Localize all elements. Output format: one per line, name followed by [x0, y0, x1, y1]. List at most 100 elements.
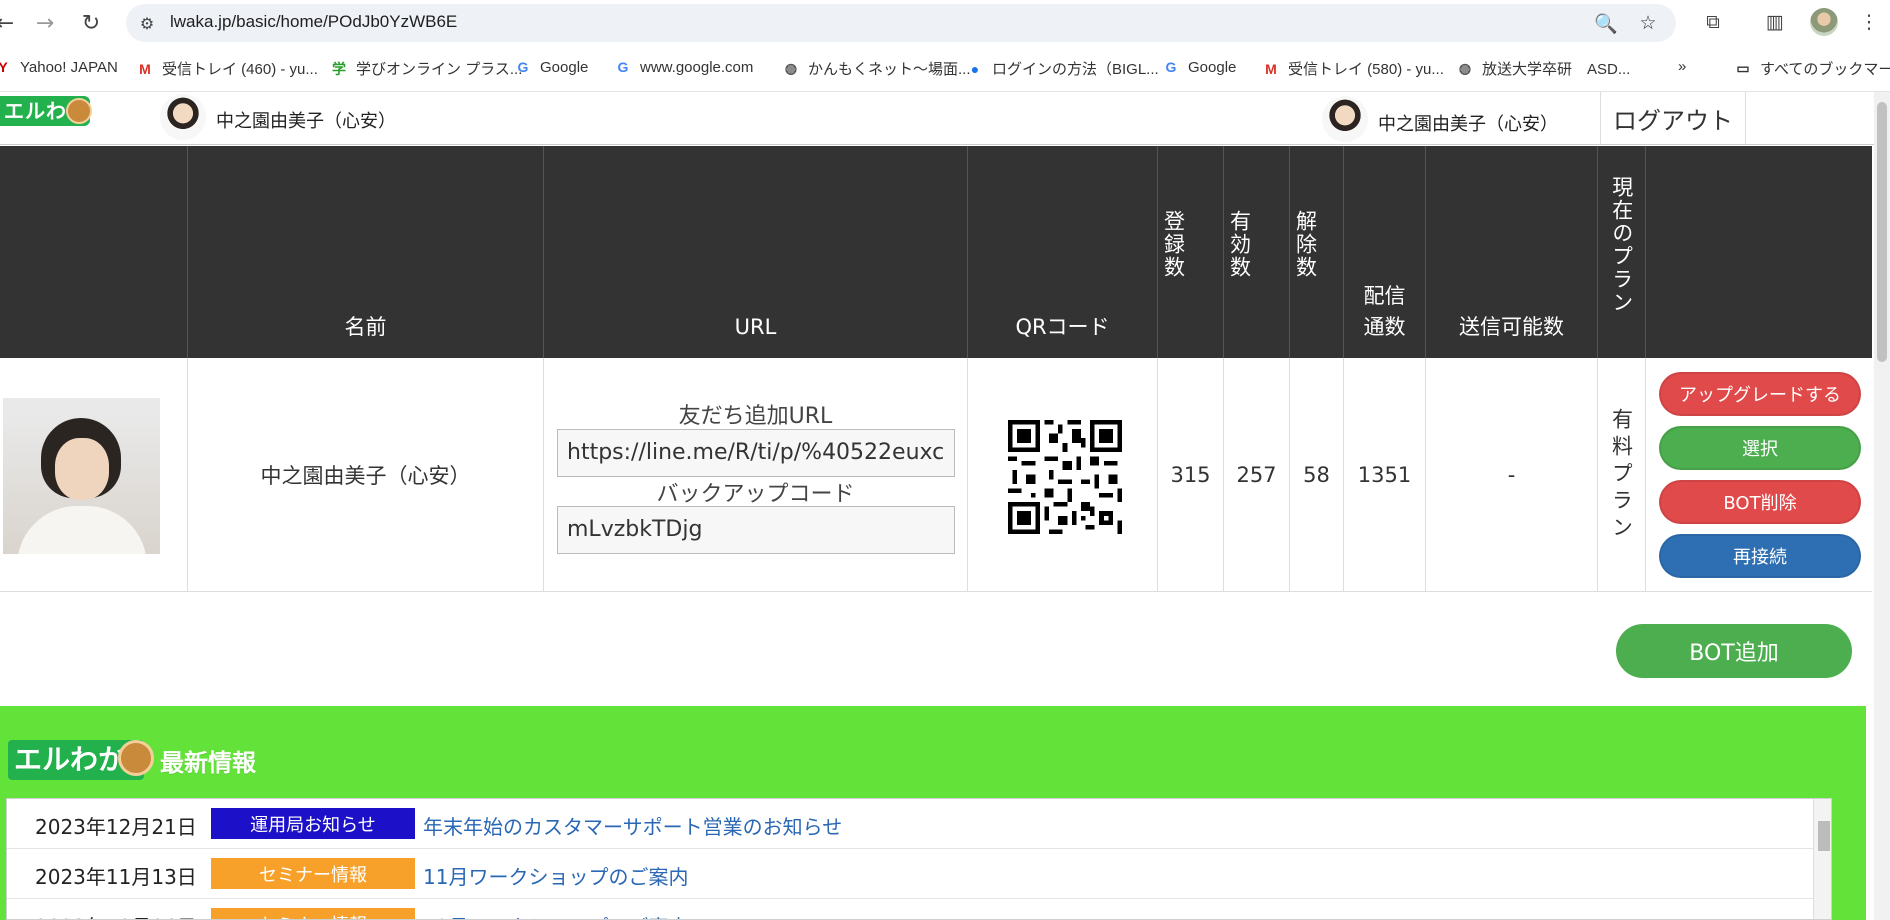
news-heading: エルわか 最新情報 — [8, 740, 256, 780]
header-sendable: 送信可能数 — [1426, 146, 1598, 358]
header-delivered: 配信通数 — [1344, 146, 1426, 358]
header-qr: QRコード — [968, 146, 1158, 358]
bigl-icon: ● — [970, 60, 980, 77]
header-actions — [1646, 146, 1872, 358]
bookmark-item[interactable]: ● ログインの方法（BIGL... — [966, 58, 1159, 79]
cancelled-count: 58 — [1290, 358, 1344, 592]
scrollbar-thumb[interactable] — [1877, 102, 1887, 362]
news-title: 最新情報 — [160, 748, 256, 777]
bot-name: 中之園由美子（心安） — [188, 358, 544, 592]
registered-count: 315 — [1158, 358, 1224, 592]
avatar — [160, 94, 206, 140]
reconnect-button[interactable]: 再接続 — [1659, 534, 1861, 578]
school-icon: 学 — [332, 60, 346, 77]
news-date: 2023年11月13日 — [35, 865, 197, 889]
select-button[interactable]: 選択 — [1659, 426, 1861, 470]
yahoo-icon: Y — [0, 59, 8, 75]
bookmarks-bar: Y Yahoo! JAPAN M 受信トレイ (460) - yu... 学学びオン… — [0, 46, 1890, 92]
bookmark-item[interactable]: Y Yahoo! JAPAN — [0, 58, 118, 76]
news-link[interactable]: 10月ワークショップのご案内 — [423, 911, 688, 919]
qr-cell — [968, 358, 1158, 592]
bookmark-item[interactable]: M 受信トレイ (460) - yu... — [136, 58, 318, 79]
friend-url-field[interactable]: https://line.me/R/ti/p/%40522euxc — [557, 429, 955, 477]
news-tag: セミナー情報 — [211, 858, 415, 889]
qr-code — [1008, 420, 1122, 534]
site-info-icon[interactable]: ⚙ — [136, 12, 158, 34]
google-icon: G — [617, 59, 629, 75]
bookmark-item[interactable]: G Google — [514, 58, 589, 76]
header-photo — [0, 146, 188, 358]
avatar — [1322, 96, 1368, 142]
news-link[interactable]: 11月ワークショップのご案内 — [423, 861, 688, 890]
all-bookmarks[interactable]: ▭すべてのブックマーク — [1734, 58, 1890, 79]
bot-user-name: 中之園由美子（心安） — [216, 111, 396, 132]
page-scrollbar[interactable] — [1874, 92, 1890, 920]
upgrade-button[interactable]: アップグレードする — [1659, 372, 1861, 416]
url-cell: 友だち追加URL https://line.me/R/ti/p/%40522eu… — [544, 358, 968, 592]
globe-icon: ◍ — [1458, 60, 1472, 76]
menu-icon[interactable]: ⋮ — [1856, 9, 1882, 35]
backup-code-label: バックアップコード — [656, 482, 855, 507]
bookmark-item[interactable]: Gwww.google.com — [614, 58, 754, 76]
chevron-right-icon[interactable]: » — [1678, 58, 1686, 75]
logo[interactable]: エルわか — [0, 96, 92, 126]
news-tag: 運用局お知らせ — [211, 808, 415, 839]
photo-cell — [0, 358, 188, 592]
friend-url-label: 友だち追加URL — [678, 404, 833, 429]
bookmark-item[interactable]: ◍ 放送大学卒研 ASD... — [1456, 58, 1630, 79]
news-item: 2023年10月06日 セミナー情報 10月ワークショップのご案内 — [7, 899, 1813, 919]
logout-button[interactable]: ログアウト — [1600, 92, 1746, 144]
zoom-icon[interactable]: 🔍 — [1594, 11, 1618, 35]
gmail-icon: M — [1265, 60, 1277, 77]
folder-icon: ▭ — [1736, 60, 1750, 76]
news-section: エルわか 最新情報 2023年12月21日 運用局お知らせ 年末年始のカスタマー… — [0, 706, 1866, 920]
news-tag: セミナー情報 — [211, 908, 415, 919]
bookmark-item[interactable]: ◍ かんもくネット～場面... — [782, 58, 971, 79]
bookmark-item[interactable]: 学学びオンライン プラス... — [330, 58, 522, 79]
star-icon[interactable]: ☆ — [1636, 11, 1660, 35]
delete-bot-button[interactable]: BOT削除 — [1659, 480, 1861, 524]
bookmark-item[interactable]: G Google — [1162, 58, 1237, 76]
news-date: 2023年10月06日 — [35, 911, 197, 919]
header-valid: 有効数 — [1224, 146, 1290, 358]
news-logo: エルわか — [8, 740, 154, 780]
valid-count: 257 — [1224, 358, 1290, 592]
google-icon: G — [517, 59, 529, 75]
table-row: 中之園由美子（心安） 友だち追加URL https://line.me/R/ti… — [0, 358, 1872, 592]
news-item: 2023年12月21日 運用局お知らせ 年末年始のカスタマーサポート営業のお知ら… — [7, 799, 1813, 849]
news-list[interactable]: 2023年12月21日 運用局お知らせ 年末年始のカスタマーサポート営業のお知ら… — [6, 798, 1832, 920]
header-cancelled: 解除数 — [1290, 146, 1344, 358]
news-item: 2023年11月13日 セミナー情報 11月ワークショップのご案内 — [7, 849, 1813, 899]
add-bot-button[interactable]: BOT追加 — [1616, 624, 1852, 678]
current-plan: 有料プラン — [1598, 358, 1646, 592]
monkey-icon — [66, 98, 92, 124]
browser-toolbar: ← → ↻ ⚙ lwaka.jp/basic/home/POdJb0YzWB6E… — [0, 0, 1890, 46]
profile-photo — [3, 398, 160, 554]
table-header: 名前 URL QRコード 登録数 有効数 解除数 配信通数 送信可能数 現在のプ… — [0, 146, 1872, 358]
extensions-icon[interactable]: ⧉ — [1700, 9, 1726, 35]
address-url[interactable]: lwaka.jp/basic/home/POdJb0YzWB6E — [170, 12, 457, 32]
google-icon: G — [1165, 59, 1177, 75]
profile-avatar[interactable] — [1810, 8, 1838, 36]
delivered-count: 1351 — [1344, 358, 1426, 592]
bookmark-item[interactable]: M 受信トレイ (580) - yu... — [1262, 58, 1444, 79]
header-url: URL — [544, 146, 968, 358]
sendable-count: - — [1426, 358, 1598, 592]
side-panel-icon[interactable]: ▥ — [1762, 9, 1788, 35]
account-user-name[interactable]: 中之園由美子（心安） — [1378, 110, 1558, 136]
header-name: 名前 — [188, 146, 544, 358]
header-plan: 現在のプラン — [1598, 146, 1646, 358]
globe-icon: ◍ — [784, 60, 798, 76]
header-registered: 登録数 — [1158, 146, 1224, 358]
back-icon[interactable]: ← — [0, 10, 18, 36]
reload-icon[interactable]: ↻ — [78, 10, 104, 36]
gmail-icon: M — [139, 60, 151, 77]
news-date: 2023年12月21日 — [35, 815, 197, 839]
backup-code-field[interactable]: mLvzbkTDjg — [557, 506, 955, 554]
news-scrollbar[interactable] — [1813, 799, 1831, 919]
forward-icon[interactable]: → — [32, 10, 58, 36]
address-bar[interactable]: ⚙ lwaka.jp/basic/home/POdJb0YzWB6E 🔍 ☆ — [126, 4, 1676, 42]
scrollbar-thumb[interactable] — [1818, 821, 1830, 851]
news-link[interactable]: 年末年始のカスタマーサポート営業のお知らせ — [423, 811, 842, 840]
monkey-icon — [118, 740, 154, 776]
